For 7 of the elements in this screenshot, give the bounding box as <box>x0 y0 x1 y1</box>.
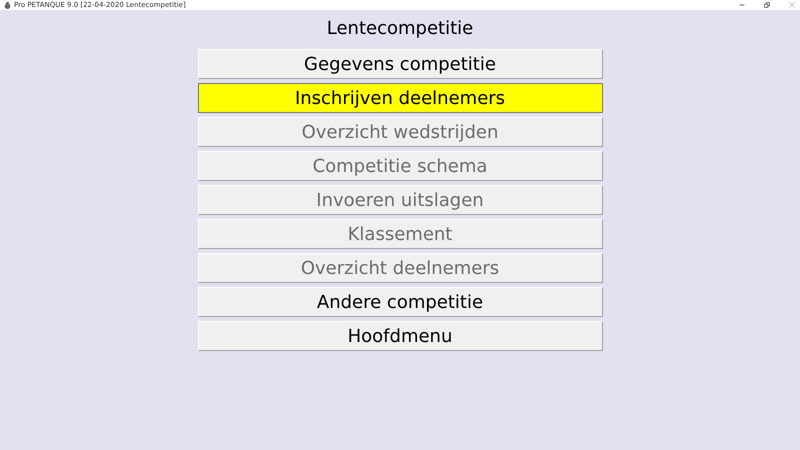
menu-button[interactable]: Gegevens competitie <box>198 49 602 79</box>
restore-icon[interactable] <box>763 1 771 9</box>
app-icon <box>4 2 11 8</box>
page-heading: Lentecompetitie <box>326 17 474 41</box>
menu-button[interactable]: Inschrijven deelnemers <box>198 83 602 113</box>
menu-button[interactable]: Andere competitie <box>198 287 602 317</box>
menu-button[interactable]: Hoofdmenu <box>198 321 602 351</box>
